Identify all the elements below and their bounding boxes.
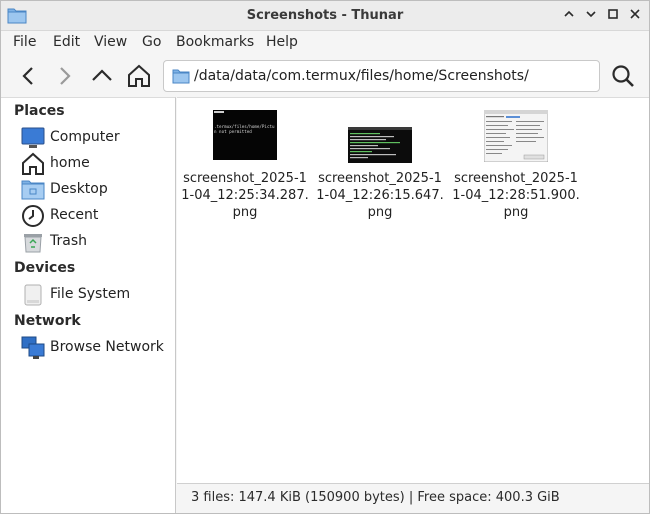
menu-file[interactable]: File [13,34,36,50]
sidebar-item-label: Computer [50,129,120,145]
sidebar-item-computer[interactable]: Computer [21,126,171,150]
sidebar-item-label: Trash [50,233,87,249]
up-arrow-icon [92,69,112,81]
thumbnail-image [484,110,548,162]
file-view[interactable]: .termux/files/home/Pictu n not permitted… [177,97,649,483]
minimize-button[interactable] [582,7,600,25]
home-button[interactable] [126,63,152,89]
status-bar: 3 files: 147.4 KiB (150900 bytes) | Free… [177,483,649,513]
computer-icon [21,127,45,148]
search-icon [612,65,634,87]
file-manager-window: Screenshots - Thunar File Edit View Go B… [0,0,650,514]
status-text: 3 files: 147.4 KiB (150900 bytes) | Free… [191,490,560,505]
file-name: screenshot_2025-1 1-04_12:28:51.900. png [452,171,580,220]
sidebar-item-desktop[interactable]: Desktop [21,178,171,202]
network-heading: Network [14,313,81,329]
menu-edit[interactable]: Edit [53,34,80,50]
maximize-icon [608,9,618,19]
devices-heading: Devices [14,260,76,276]
menu-go[interactable]: Go [142,34,161,50]
sidebar-item-home[interactable]: home [21,152,171,176]
menu-help[interactable]: Help [266,34,298,50]
search-button[interactable] [610,63,636,89]
sidebar-item-trash[interactable]: Trash [21,230,171,254]
back-arrow-icon [22,67,33,85]
sidebar-item-file-system[interactable]: File System [21,283,171,307]
location-path[interactable]: /data/data/com.termux/files/home/Screens… [194,68,529,84]
shade-button[interactable] [560,7,578,25]
folder-icon [172,69,190,84]
sidebar-item-label: Browse Network [50,339,164,355]
file-name: screenshot_2025-1 1-04_12:25:34.287. png [181,171,309,220]
svg-text:n not permitted: n not permitted [214,129,252,134]
drive-icon [24,284,42,306]
title-bar[interactable]: Screenshots - Thunar [1,1,649,31]
sidebar-item-label: home [50,155,90,171]
menu-bar: File Edit View Go Bookmarks Help [1,31,649,55]
file-name: screenshot_2025-1 1-04_12:26:15.647. png [316,171,444,220]
desktop-folder-icon [21,180,45,200]
window-title: Screenshots - Thunar [246,8,404,23]
places-heading: Places [14,103,65,119]
forward-button[interactable] [51,63,77,89]
close-button[interactable] [626,7,644,25]
menu-bookmarks[interactable]: Bookmarks [176,34,254,50]
forward-arrow-icon [60,67,71,85]
back-button[interactable] [16,63,42,89]
home-icon [128,64,150,87]
sidebar: Places Computer home Desktop Recent Tras… [1,97,176,513]
trash-icon [24,234,42,253]
sidebar-item-label: File System [50,286,131,302]
sidebar-item-recent[interactable]: Recent [21,204,171,228]
chevron-up-icon [564,10,574,17]
close-icon [630,9,640,19]
toolbar: /data/data/com.termux/files/home/Screens… [1,55,649,97]
thumbnail-image [348,127,412,163]
menu-view[interactable]: View [94,34,127,50]
clock-icon [22,205,44,227]
location-bar[interactable]: /data/data/com.termux/files/home/Screens… [163,60,600,92]
chevron-down-icon [586,11,596,18]
parent-folder-button[interactable] [89,63,115,89]
sidebar-item-label: Recent [50,207,99,223]
home-icon [22,152,44,175]
maximize-button[interactable] [604,7,622,25]
network-icon [21,336,45,359]
sidebar-item-label: Desktop [50,181,108,197]
sidebar-item-browse-network[interactable]: Browse Network [21,336,171,360]
thumbnail-image: .termux/files/home/Pictu n not permitted [213,110,277,160]
